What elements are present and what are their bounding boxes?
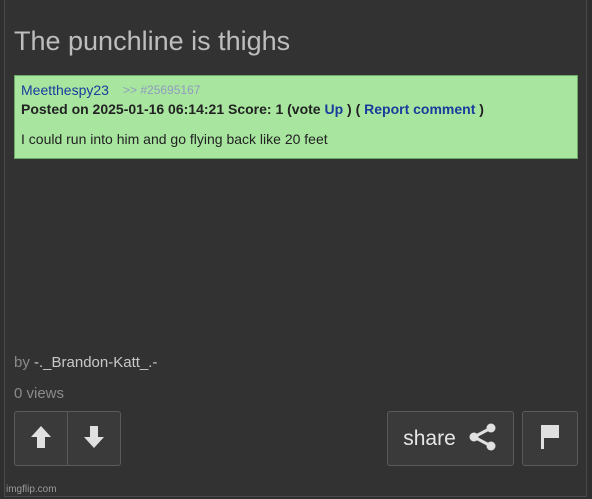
- share-label: share: [403, 426, 456, 450]
- byline-prefix: by: [14, 354, 30, 371]
- comment-meta: Posted on 2025-01-16 06:14:21 Score: 1 (…: [21, 101, 484, 117]
- comment-screenshot: Meetthespy23 >> #25695167 Posted on 2025…: [14, 75, 578, 159]
- comment-text: I could run into him and go flying back …: [21, 131, 328, 147]
- author-link[interactable]: -._Brandon-Katt_.-: [34, 354, 157, 371]
- post-title: The punchline is thighs: [14, 26, 291, 56]
- upvote-button[interactable]: [14, 411, 68, 466]
- comment-meta-suffix: ): [479, 101, 484, 117]
- arrow-up-icon: [30, 425, 52, 453]
- view-count: 0 views: [14, 385, 65, 402]
- comment-report-link: Report comment: [364, 101, 476, 117]
- share-icon: [468, 422, 498, 456]
- comment-vote-up-link: Up: [324, 101, 344, 117]
- comment-meta-prefix: Posted on 2025-01-16 06:14:21 Score: 1 (…: [21, 101, 321, 117]
- flag-button[interactable]: [522, 411, 578, 466]
- share-button[interactable]: share: [387, 411, 514, 466]
- downvote-button[interactable]: [67, 411, 121, 466]
- flag-icon: [539, 424, 561, 454]
- comment-username: Meetthespy23: [21, 82, 109, 98]
- comment-post-ref: >> #25695167: [123, 83, 201, 97]
- vote-group: [14, 411, 122, 466]
- watermark: imgflip.com: [6, 484, 57, 495]
- byline: by -._Brandon-Katt_.-: [14, 354, 157, 371]
- comment-meta-mid: ) (: [347, 101, 361, 117]
- arrow-down-icon: [83, 425, 105, 453]
